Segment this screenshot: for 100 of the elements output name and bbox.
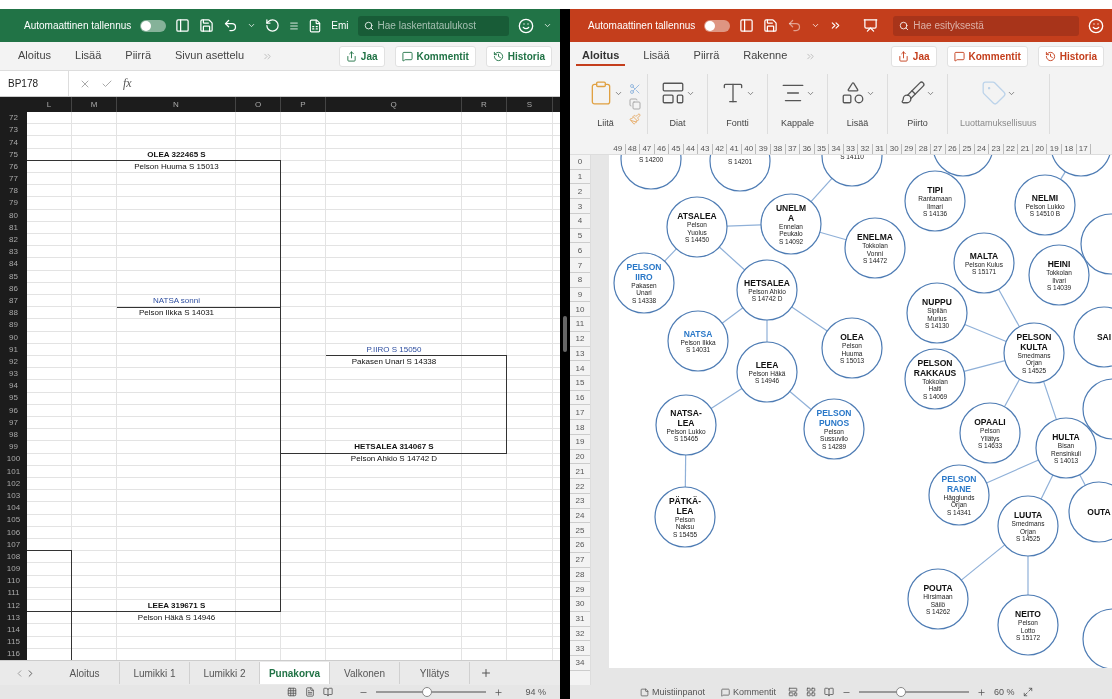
ruler-number: 25 <box>570 523 590 539</box>
ribbon-button[interactable]: Piirto <box>894 78 941 130</box>
row-header[interactable]: 114 <box>0 623 27 636</box>
normal-view-icon[interactable] <box>788 687 799 697</box>
ribbon-tab[interactable]: Piirrä <box>687 46 726 66</box>
column-header[interactable]: N <box>117 97 236 112</box>
fit-icon[interactable] <box>1022 687 1033 697</box>
column-header[interactable]: M <box>72 97 117 112</box>
slider-thumb[interactable] <box>422 687 433 697</box>
ruler-number: 41 <box>727 144 742 154</box>
ribbon-tab[interactable]: Lisää <box>69 46 108 66</box>
row-header[interactable]: 103 <box>0 489 27 502</box>
ribbon-button[interactable]: Lisää <box>834 78 881 130</box>
smiley-icon[interactable] <box>1088 17 1104 34</box>
zoom-in-icon[interactable] <box>977 687 987 697</box>
column-header[interactable]: Q <box>326 97 462 112</box>
ribbon-tab[interactable]: Piirrä <box>119 46 157 66</box>
search-field[interactable]: Hae laskentataulukost <box>357 15 509 36</box>
row-header[interactable]: 82 <box>0 233 27 246</box>
zoom-in-icon[interactable] <box>494 687 504 697</box>
row-header[interactable]: 75 <box>0 148 27 161</box>
row-header[interactable]: 87 <box>0 294 27 307</box>
ribbon-tab[interactable]: Aloitus <box>12 46 58 66</box>
reading-view-icon[interactable] <box>824 687 835 697</box>
row-header[interactable]: 91 <box>0 343 27 356</box>
row-header[interactable]: 96 <box>0 404 27 417</box>
sidebar-icon[interactable] <box>739 18 755 33</box>
node-name: TIPI <box>927 185 943 195</box>
column-header[interactable]: P <box>281 97 326 112</box>
column-header[interactable]: L <box>27 97 72 112</box>
row-header[interactable]: 113 <box>0 611 27 624</box>
autosave-toggle[interactable] <box>140 19 167 32</box>
share-button[interactable]: Jaa <box>338 45 385 67</box>
comments-button[interactable]: Kommentit <box>394 45 476 67</box>
ribbon-tab[interactable]: Sivun asettelu <box>169 46 251 66</box>
row-header[interactable]: 80 <box>0 209 27 222</box>
normal-view-icon[interactable] <box>287 687 298 697</box>
row-header[interactable]: 107 <box>0 538 27 551</box>
connector-line <box>1079 474 1086 486</box>
notes-button[interactable]: Muistiinpanot <box>636 687 710 697</box>
save-icon[interactable] <box>763 18 779 33</box>
comments-button[interactable]: Kommentit <box>717 687 781 697</box>
node-name: SAI <box>1096 332 1112 343</box>
ribbon-button[interactable]: Liitä <box>582 78 629 130</box>
row-header[interactable]: 98 <box>0 428 27 441</box>
sheet-tab[interactable]: Aloitus <box>50 662 120 684</box>
connector-line <box>948 172 950 175</box>
autosave-toggle[interactable] <box>704 19 731 32</box>
row-header[interactable]: 108 <box>0 550 27 563</box>
ruler-number: 34 <box>570 655 590 671</box>
ruler-number: 8 <box>570 272 590 288</box>
scissors-icon[interactable] <box>629 83 641 95</box>
sheet-tab[interactable]: Lumikki 1 <box>120 662 190 684</box>
share-button[interactable]: Jaa <box>890 45 937 67</box>
ribbon-button[interactable]: Diat <box>654 78 701 130</box>
ribbon-tab[interactable]: Lisää <box>637 46 676 66</box>
history-icon <box>1044 50 1056 62</box>
ruler-number: 27 <box>931 144 946 154</box>
ribbon-button[interactable]: Fontti <box>714 78 761 130</box>
row-header[interactable]: 86 <box>0 282 27 295</box>
search-field[interactable]: Hae esityksestä <box>893 15 1079 36</box>
function-button[interactable]: fx <box>123 76 132 91</box>
page-layout-icon[interactable] <box>305 687 316 697</box>
undo-icon[interactable] <box>787 18 803 33</box>
smiley-icon[interactable] <box>518 17 534 34</box>
sidebar-icon[interactable] <box>175 18 191 33</box>
sheet-tab[interactable]: Yllätys <box>400 662 470 684</box>
row-header[interactable]: 85 <box>0 270 27 283</box>
add-sheet-icon[interactable] <box>480 667 492 679</box>
column-header[interactable]: S <box>507 97 553 112</box>
comments-button[interactable]: Kommentit <box>946 45 1028 67</box>
slider-thumb[interactable] <box>895 687 906 697</box>
undo-icon[interactable] <box>223 18 239 33</box>
history-button[interactable]: Historia <box>485 45 552 67</box>
page-break-icon[interactable] <box>323 687 334 697</box>
row-header[interactable]: 102 <box>0 477 27 490</box>
ribbon-button[interactable]: Kappale <box>774 78 821 130</box>
redo-icon[interactable] <box>265 18 281 33</box>
node-circle <box>904 348 966 410</box>
ribbon-tab[interactable]: Rakenne <box>737 46 794 66</box>
row-header[interactable]: 101 <box>0 465 27 478</box>
node-name: NUPPU <box>922 297 952 307</box>
sheet-tab[interactable]: Punakorva <box>260 662 330 684</box>
row-header[interactable]: 81 <box>0 221 27 234</box>
more-icon[interactable] <box>289 20 300 31</box>
history-button[interactable]: Historia <box>1037 45 1104 67</box>
row-header[interactable]: 76 <box>0 160 27 173</box>
file-name[interactable]: Emi <box>331 20 349 31</box>
connector-line <box>664 248 677 262</box>
ruler-number: 22 <box>570 479 590 494</box>
name-box[interactable]: BP178 <box>0 71 69 96</box>
column-header[interactable]: O <box>236 97 281 112</box>
row-header[interactable]: 97 <box>0 416 27 429</box>
sheet-tab[interactable]: Valkonen <box>330 662 400 684</box>
ribbon-tab[interactable]: Aloitus <box>576 46 626 66</box>
slide-sorter-icon[interactable] <box>806 687 817 697</box>
column-header[interactable]: R <box>462 97 507 112</box>
row-header[interactable]: 92 <box>0 355 27 368</box>
save-icon[interactable] <box>199 18 215 33</box>
row-header[interactable]: 112 <box>0 599 27 612</box>
